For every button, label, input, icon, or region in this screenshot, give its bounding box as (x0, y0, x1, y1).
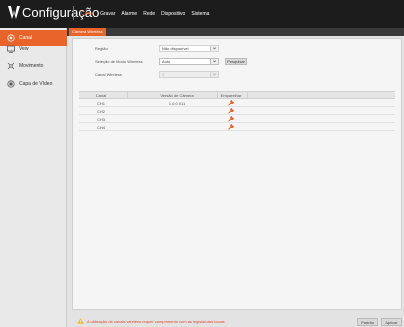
search-button[interactable]: Pesquisar (225, 58, 247, 65)
warning-message: A utilização de canais wireless requer c… (77, 318, 226, 324)
wireless-channel-select: 1 (159, 71, 219, 78)
chevron-down-icon (210, 72, 218, 77)
warning-text: A utilização de canais wireless requer c… (87, 318, 226, 324)
column-divider (127, 92, 128, 99)
header-divider (73, 6, 74, 20)
channel-cell: CH3 (96, 117, 106, 122)
table-header: Canal Versão de Câmera Emparelhar (79, 91, 395, 99)
sub-tab-bar: Câmera Wireless (67, 28, 404, 36)
pair-wrench-icon[interactable] (228, 100, 234, 106)
pair-wrench-icon[interactable] (228, 108, 234, 114)
sidebar-item-capa-de-video[interactable]: Capa de Vídeo (0, 76, 67, 92)
monitor-icon (7, 45, 15, 53)
table-row: CH4 (79, 123, 395, 131)
chevron-down-icon (210, 59, 218, 64)
table-row: CH3 (79, 115, 395, 123)
nav-tab-gravar[interactable]: Gravar (100, 11, 115, 17)
wireless-mode-select-value: Auto (162, 59, 171, 64)
logo-icon (8, 6, 20, 19)
column-header-pair: Emparelhar (220, 93, 242, 98)
channel-cell: CH2 (96, 109, 106, 114)
apply-button[interactable]: Aplicar (381, 318, 402, 326)
sidebar-item-label: Capa de Vídeo (19, 81, 53, 87)
sidebar-item-label: Vew (19, 46, 29, 52)
region-select-value: Não disponível (162, 46, 189, 51)
top-header: Configuração Canal Gravar Alarme Rede Di… (0, 0, 404, 28)
pair-wrench-icon[interactable] (228, 116, 234, 122)
sidebar-item-label: Movimento (19, 63, 44, 69)
column-divider (217, 92, 218, 99)
sidebar: Canal Vew Movimento Capa de Vídeo (0, 28, 67, 327)
warning-icon (77, 318, 84, 324)
region-label: Região (95, 46, 108, 51)
channel-cell: CH1 (96, 101, 106, 106)
wireless-settings-panel: Região Não disponível Seleção de Modo Wi… (72, 38, 402, 310)
wireless-mode-select[interactable]: Auto (159, 58, 219, 65)
pair-wrench-icon[interactable] (228, 124, 234, 130)
table-row: CH1 1.0.0.011 (79, 99, 395, 107)
nav-tab-sistema[interactable]: Sistema (191, 11, 209, 17)
version-cell: 1.0.0.011 (168, 101, 186, 106)
wireless-channel-label: Canal Wireless (95, 72, 122, 77)
nav-tab-canal[interactable]: Canal (81, 11, 94, 17)
sidebar-item-vew[interactable]: Vew (0, 41, 67, 57)
motion-icon (7, 62, 15, 70)
table-row: CH2 (79, 107, 395, 115)
nav-tab-alarme[interactable]: Alarme (121, 11, 137, 17)
column-header-version: Versão de Câmera (160, 93, 194, 98)
main-nav: Canal Gravar Alarme Rede Dispositivo Sis… (81, 11, 209, 17)
column-header-channel: Canal (95, 93, 107, 98)
chevron-down-icon (210, 46, 218, 51)
video-cover-icon (7, 80, 15, 88)
wireless-channel-select-value: 1 (162, 72, 165, 77)
camera-table: Canal Versão de Câmera Emparelhar CH1 1.… (79, 91, 395, 131)
nav-tab-dispositivo[interactable]: Dispositivo (161, 11, 185, 17)
region-select[interactable]: Não disponível (159, 45, 219, 52)
column-divider (247, 92, 248, 99)
wireless-mode-label: Seleção de Modo Wireless (95, 59, 143, 64)
default-button[interactable]: Padrão (357, 318, 378, 326)
nav-tab-rede[interactable]: Rede (143, 11, 155, 17)
channel-cell: CH4 (96, 125, 106, 130)
sidebar-item-movimento[interactable]: Movimento (0, 58, 67, 74)
tab-camera-wireless[interactable]: Câmera Wireless (69, 28, 106, 36)
